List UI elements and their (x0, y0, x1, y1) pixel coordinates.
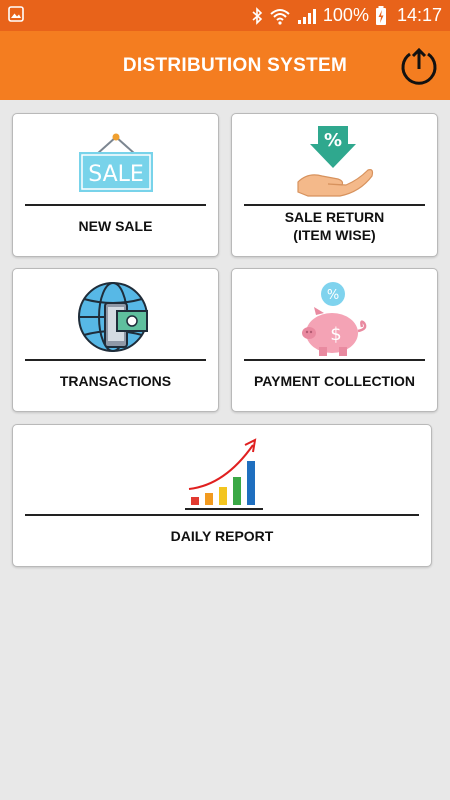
app-title: DISTRIBUTION SYSTEM (122, 54, 348, 76)
sale-return-label-line1: SALE RETURN (284, 209, 385, 225)
card-divider (25, 359, 206, 361)
signal-icon (297, 8, 316, 24)
discount-badge-text: % (324, 130, 342, 151)
piggy-bank-icon: % $ (302, 282, 367, 356)
card-divider (244, 359, 425, 361)
sale-sign-text: SALE (88, 162, 144, 187)
battery-charging-icon (375, 5, 386, 25)
sale-return-button[interactable]: % SALE RETURN (ITEM WISE) (231, 113, 438, 257)
upload-icon[interactable] (398, 45, 440, 87)
growth-chart-icon (185, 438, 263, 510)
sale-return-label-line2: (ITEM WISE) (293, 227, 376, 243)
card-divider (244, 204, 425, 206)
sale-sign-icon: SALE (79, 133, 153, 192)
hand-discount-icon: % (297, 126, 374, 197)
clock: 14:17 (396, 5, 442, 25)
transactions-button[interactable]: TRANSACTIONS (12, 268, 219, 412)
new-sale-label: NEW SALE (78, 218, 153, 234)
transactions-label: TRANSACTIONS (59, 373, 172, 389)
app-bar: DISTRIBUTION SYSTEM (0, 31, 450, 100)
globe-phone-money-icon (78, 282, 148, 352)
sale-return-label: SALE RETURN (ITEM WISE) (232, 208, 437, 244)
svg-text:%: % (327, 288, 339, 303)
battery-percentage: 100% (322, 5, 369, 25)
bluetooth-icon (252, 6, 263, 25)
daily-report-button[interactable]: DAILY REPORT (12, 424, 432, 567)
card-divider (25, 204, 206, 206)
payment-collection-button[interactable]: % $ PAYMENT COLLECTION (231, 268, 438, 412)
svg-text:$: $ (330, 324, 341, 345)
card-divider (25, 514, 419, 516)
image-icon (8, 6, 24, 22)
wifi-icon (270, 8, 290, 25)
new-sale-button[interactable]: SALE NEW SALE (12, 113, 219, 257)
daily-report-label: DAILY REPORT (170, 528, 274, 544)
status-bar: 100% 14:17 (0, 0, 450, 31)
payment-collection-label: PAYMENT COLLECTION (253, 373, 415, 389)
